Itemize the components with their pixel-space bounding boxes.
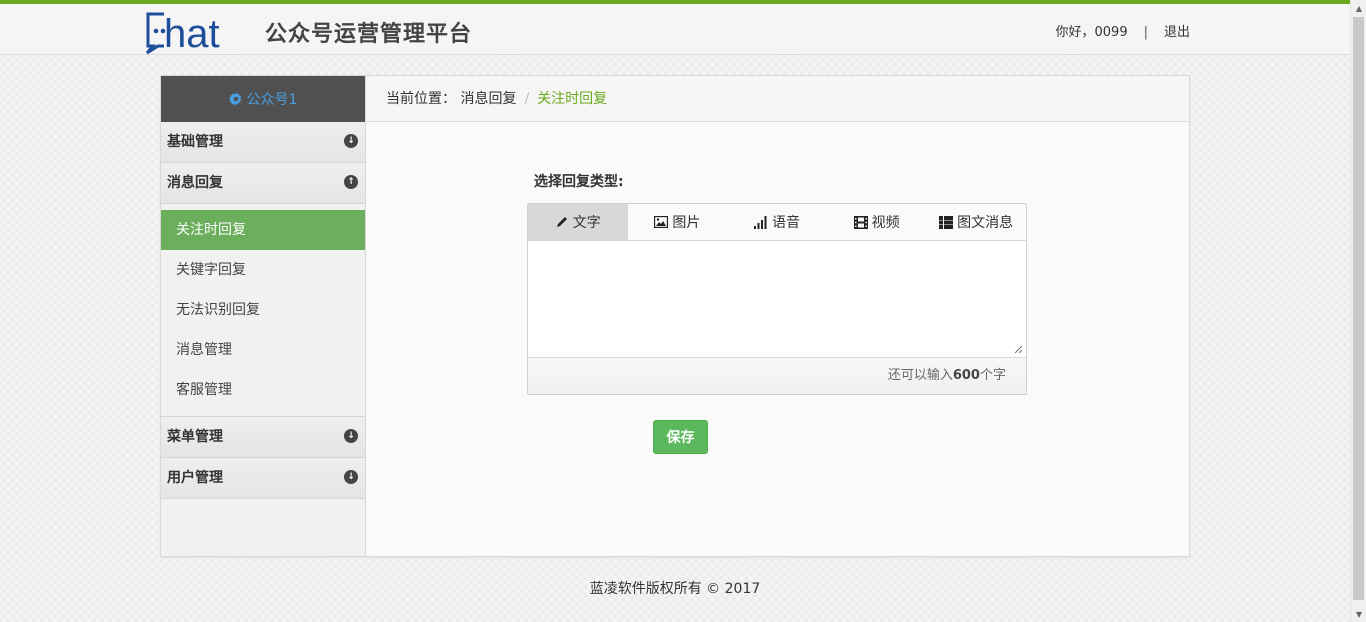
main-panel: 公众号1 基础管理 ↓ 消息回复 ↑ 关注时回复 关键字回复 无法识别回复 消息… [160,75,1190,557]
user-greeting: 你好，0099 [1055,25,1128,40]
breadcrumb-current: 关注时回复 [537,91,608,107]
reply-editor: 文字 图片 语音 视频 图文消息 还可以输入600个字 [527,203,1027,395]
user-area: 你好，0099 | 退出 [1056,21,1191,40]
group-label: 基础管理 [167,134,223,150]
sidebar: 公众号1 基础管理 ↓ 消息回复 ↑ 关注时回复 关键字回复 无法识别回复 消息… [161,76,366,556]
header-separator: | [1143,25,1148,40]
scrollbar-thumb[interactable] [1353,17,1364,600]
tab-news[interactable]: 图文消息 [926,204,1026,240]
sidebar-group-basic[interactable]: 基础管理 ↓ [161,122,365,163]
save-button[interactable]: 保存 [653,420,708,454]
group-label: 菜单管理 [167,429,223,445]
tab-text[interactable]: 文字 [528,204,628,240]
sidebar-group-menu[interactable]: 菜单管理 ↓ [161,417,365,458]
tab-label: 视频 [871,215,900,231]
reply-text-input[interactable] [528,241,1026,357]
page-footer: 蓝凌软件版权所有 © 2017 [589,581,761,597]
content-area: 当前位置： 消息回复 / 关注时回复 选择回复类型: 文字 图片 语音 视频 图… [366,76,1189,556]
breadcrumb-parent[interactable]: 消息回复 [460,91,516,107]
textarea-wrapper [528,241,1026,358]
breadcrumb-separator: / [524,91,530,107]
signal-icon [753,215,767,229]
sidebar-item-customer-service[interactable]: 客服管理 [161,370,365,410]
breadcrumb-prefix: 当前位置： [386,91,456,107]
group-label: 消息回复 [167,175,223,191]
message-reply-submenu: 关注时回复 关键字回复 无法识别回复 消息管理 客服管理 [161,204,365,417]
sidebar-item-follow-reply[interactable]: 关注时回复 [161,210,365,250]
tab-label: 文字 [572,215,601,231]
reply-type-label: 选择回复类型: [534,174,624,190]
reply-type-tabs: 文字 图片 语音 视频 图文消息 [528,204,1026,241]
arrow-down-circle-icon: ↓ [344,134,358,148]
arrow-down-circle-icon: ↓ [344,470,358,484]
sidebar-group-message-reply[interactable]: 消息回复 ↑ [161,163,365,204]
char-counter-prefix: 还可以输入 [887,368,953,383]
account-name: 公众号1 [246,92,298,108]
account-header[interactable]: 公众号1 [161,76,365,122]
sidebar-item-unrecognized-reply[interactable]: 无法识别回复 [161,290,365,330]
film-icon [853,215,868,229]
char-counter-number: 600 [952,368,980,383]
gear-icon [228,92,242,106]
tab-image[interactable]: 图片 [628,204,728,240]
arrow-down-circle-icon: ↓ [344,429,358,443]
char-counter-suffix: 个字 [979,368,1006,383]
char-counter: 还可以输入600个字 [528,358,1026,394]
tab-label: 图片 [672,215,701,231]
chat-logo: hat [145,12,220,54]
arrow-up-circle-icon: ↑ [344,175,358,189]
sidebar-item-keyword-reply[interactable]: 关键字回复 [161,250,365,290]
breadcrumb: 当前位置： 消息回复 / 关注时回复 [366,76,1189,122]
tab-voice[interactable]: 语音 [727,204,827,240]
logout-link[interactable]: 退出 [1164,25,1190,40]
tab-label: 图文消息 [957,215,1014,231]
pencil-icon [556,217,567,227]
svg-text:hat: hat [164,12,220,54]
group-label: 用户管理 [167,470,223,486]
scroll-up-arrow-icon[interactable]: ▲ [1351,0,1366,16]
list-icon [939,215,954,229]
vertical-scrollbar[interactable]: ▲ ▼ [1350,0,1366,622]
scroll-down-arrow-icon[interactable]: ▼ [1351,606,1366,622]
tab-label: 语音 [771,215,800,231]
sidebar-group-users[interactable]: 用户管理 ↓ [161,458,365,499]
site-title: 公众号运营管理平台 [265,22,473,47]
resize-handle-icon[interactable] [1014,345,1022,353]
image-icon [654,216,669,228]
top-header: hat 公众号运营管理平台 你好，0099 | 退出 [0,0,1350,55]
sidebar-item-message-management[interactable]: 消息管理 [161,330,365,370]
tab-video[interactable]: 视频 [827,204,927,240]
